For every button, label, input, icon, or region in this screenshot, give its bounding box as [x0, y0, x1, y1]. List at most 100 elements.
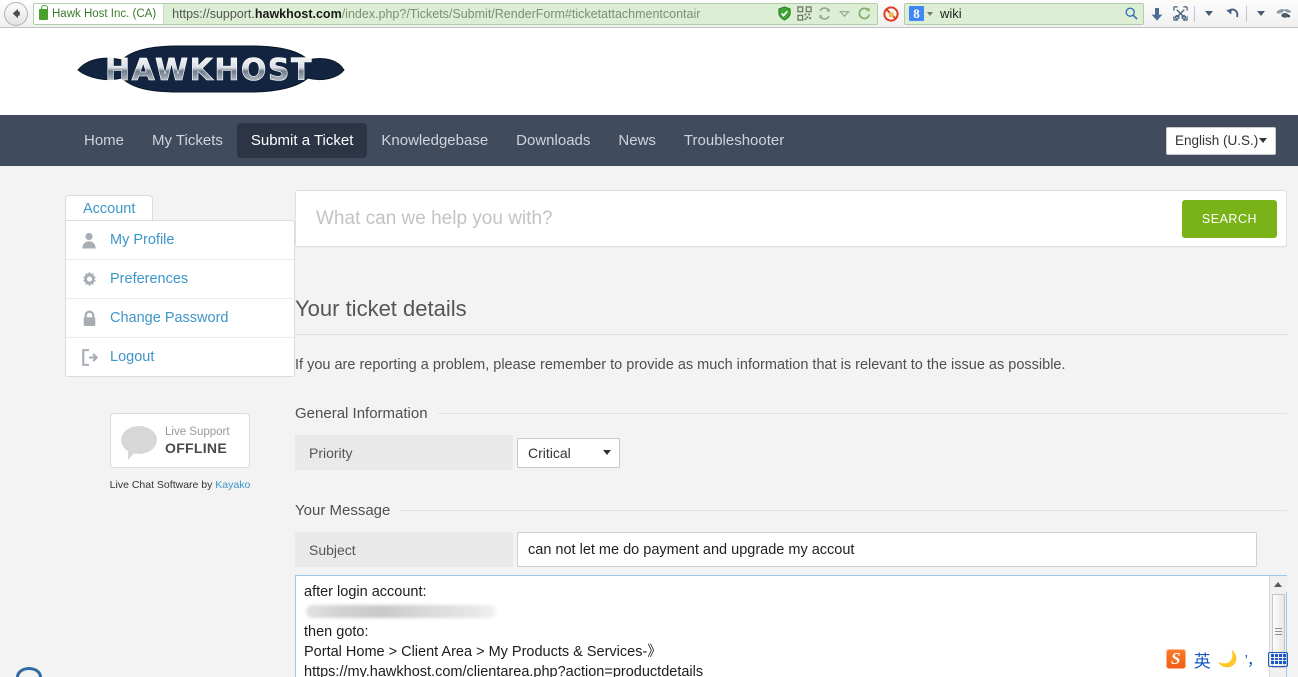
browser-search-box[interactable]: 8 wiki	[904, 2, 1144, 25]
message-editor[interactable]: after login account: then goto: Portal H…	[295, 575, 1287, 677]
legend-rule	[437, 413, 1287, 414]
kb-search-button[interactable]: SEARCH	[1181, 199, 1277, 238]
account-tab-row: Account	[65, 190, 295, 221]
kayako-link[interactable]: Kayako	[215, 479, 250, 491]
google-icon[interactable]: 8	[909, 6, 924, 21]
message-line-5: https://my.hawkhost.com/clientarea.php?a…	[304, 664, 704, 677]
live-support-status: OFFLINE	[165, 440, 227, 457]
nav-item-news[interactable]: News	[604, 123, 670, 158]
undo-dropdown-button[interactable]	[1251, 3, 1271, 25]
punctuation-toggle[interactable]: ’，	[1245, 649, 1262, 670]
header-band: HAWKHOST	[0, 28, 1298, 115]
lock-icon	[80, 309, 98, 327]
scroll-up-button[interactable]	[1269, 576, 1287, 592]
sidebar-item-label: My Profile	[110, 232, 175, 248]
nav-item-my-tickets[interactable]: My Tickets	[138, 123, 237, 158]
chat-bubble-icon	[121, 426, 157, 461]
back-button[interactable]	[4, 1, 28, 26]
site-logo[interactable]: HAWKHOST	[70, 44, 348, 100]
page-title: Your ticket details	[295, 296, 467, 321]
language-select-value: English (U.S.)	[1175, 133, 1259, 148]
nav-item-submit-a-ticket[interactable]: Submit a Ticket	[236, 123, 368, 158]
priority-select-value: Critical	[528, 444, 571, 461]
download-icon	[1151, 7, 1163, 21]
live-support-footer-prefix: Live Chat Software by	[109, 478, 216, 491]
priority-field-row: Priority Critical	[295, 435, 1287, 470]
live-support-text: Live Support OFFLINE	[165, 422, 230, 459]
nav-item-knowledgebase[interactable]: Knowledgebase	[367, 123, 502, 158]
triangle-up-icon	[1274, 581, 1282, 587]
grip-line	[1274, 627, 1282, 629]
tab-account[interactable]: Account	[65, 194, 154, 221]
fly-icon	[1276, 8, 1292, 18]
subject-field-row: Subject	[295, 532, 1287, 567]
page-content: Account My Profile Preferences Change Pa…	[0, 166, 1298, 677]
browser-toolbar: Hawk Host Inc. (CA) https://support.hawk…	[0, 0, 1298, 28]
sidebar-item-label: Change Password	[110, 310, 229, 326]
block-toggle-button[interactable]	[881, 3, 901, 25]
lock-icon	[39, 5, 48, 20]
sidebar-item-my-profile[interactable]: My Profile	[66, 221, 294, 260]
extension-button[interactable]	[1274, 3, 1294, 25]
ime-toolbar[interactable]: S 英 🌙 ’，	[1161, 644, 1292, 674]
kb-search-bar: SEARCH	[295, 190, 1287, 247]
logout-icon	[80, 348, 98, 366]
nav-item-downloads[interactable]: Downloads	[502, 123, 604, 158]
kb-search-input[interactable]	[314, 206, 1182, 231]
magnifier-icon[interactable]	[1124, 6, 1139, 21]
addressbar-icons	[772, 6, 877, 21]
toolbar-divider	[1194, 5, 1195, 22]
grip-line	[1274, 633, 1282, 635]
site-identity[interactable]: Hawk Host Inc. (CA)	[34, 3, 165, 24]
nav-item-home[interactable]: Home	[70, 123, 138, 158]
qr-code-icon[interactable]	[797, 6, 812, 21]
screenshot-button[interactable]	[1170, 3, 1190, 25]
sidebar: Account My Profile Preferences Change Pa…	[0, 190, 295, 677]
download-button[interactable]	[1147, 3, 1167, 25]
undo-button[interactable]	[1222, 3, 1242, 25]
user-icon	[80, 231, 98, 249]
live-support-title: Live Support	[165, 426, 230, 438]
hawkhost-logo-icon: HAWKHOST	[77, 45, 345, 92]
sidebar-item-label: Preferences	[110, 271, 189, 287]
toolbar-divider	[1246, 5, 1247, 22]
sidebar-item-preferences[interactable]: Preferences	[66, 260, 294, 299]
live-support-button[interactable]: Live Support OFFLINE	[110, 413, 250, 468]
message-editor-content[interactable]: after login account: then goto: Portal H…	[296, 576, 1269, 677]
priority-select[interactable]: Critical	[517, 437, 620, 468]
your-message-legend: Your Message	[295, 502, 1287, 519]
gear-icon	[80, 270, 98, 288]
sidebar-item-logout[interactable]: Logout	[66, 338, 294, 376]
priority-control: Critical	[513, 435, 620, 470]
sync-icon[interactable]	[817, 6, 832, 21]
sidebar-item-change-password[interactable]: Change Password	[66, 299, 294, 338]
nav-item-troubleshooter[interactable]: Troubleshooter	[670, 123, 798, 158]
subject-input[interactable]	[517, 532, 1257, 567]
sogou-logo-icon[interactable]: S	[1164, 648, 1187, 670]
screenshot-icon	[1172, 6, 1188, 21]
svg-text:HAWKHOST: HAWKHOST	[105, 53, 313, 88]
message-line-4: Portal Home > Client Area > My Products …	[304, 644, 662, 660]
moon-icon[interactable]: 🌙	[1218, 649, 1238, 669]
address-bar[interactable]: Hawk Host Inc. (CA) https://support.hawk…	[33, 2, 878, 25]
chevron-down-icon[interactable]	[837, 6, 852, 21]
no-entry-icon	[883, 5, 899, 22]
main-navigation: Home My Tickets Submit a Ticket Knowledg…	[0, 115, 1298, 166]
live-support-footer: Live Chat Software by Kayako	[110, 479, 251, 491]
screenshot-dropdown-button[interactable]	[1199, 3, 1219, 25]
search-input[interactable]: wiki	[936, 6, 1121, 21]
chevron-down-icon	[1257, 11, 1265, 16]
ime-mode-toggle[interactable]: 英	[1194, 647, 1211, 672]
back-arrow-icon	[12, 8, 20, 19]
language-select[interactable]: English (U.S.)	[1166, 126, 1276, 155]
url-path: /index.php?/Tickets/Submit/RenderForm#ti…	[341, 6, 701, 21]
subject-control	[513, 532, 1257, 567]
shield-check-icon[interactable]	[777, 6, 792, 21]
keyboard-icon[interactable]	[1268, 651, 1288, 667]
legend-rule	[400, 510, 1287, 511]
search-engine-dropdown-icon[interactable]	[927, 11, 933, 16]
reload-icon[interactable]	[857, 6, 872, 21]
site-identity-label: Hawk Host Inc. (CA)	[52, 7, 157, 20]
general-information-label: General Information	[295, 405, 428, 422]
message-line-1: after login account:	[304, 584, 427, 600]
